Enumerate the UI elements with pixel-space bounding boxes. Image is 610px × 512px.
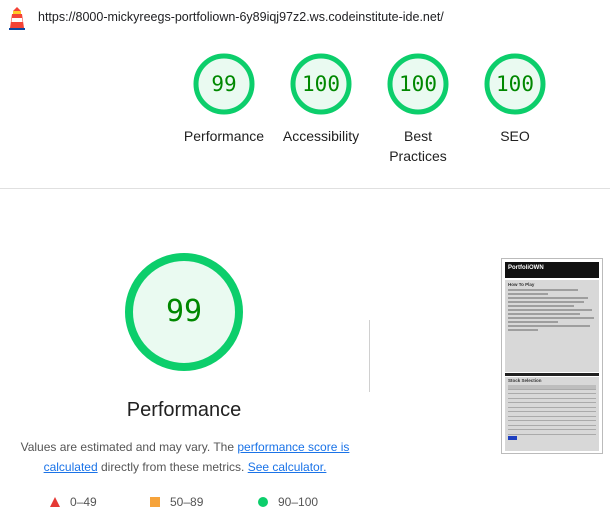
note-prefix: Values are estimated and may vary. The (20, 440, 238, 454)
performance-title: Performance (126, 399, 242, 421)
score-legend: 0–49 50–89 90–100 (0, 492, 610, 512)
gauge-score: 100 (399, 72, 437, 96)
gauge-score: 100 (496, 72, 534, 96)
thumbnail-stock-panel: Stock Selection (505, 377, 599, 451)
square-icon (150, 497, 160, 507)
thumbnail-section-title: How To Play (508, 282, 535, 287)
thumbnail-text-line (508, 329, 538, 331)
legend-fail-label: 0–49 (70, 495, 97, 509)
section-divider (0, 188, 610, 189)
legend-pass-label: 90–100 (278, 495, 319, 509)
thumbnail-button (508, 435, 518, 440)
metrics-note: Values are estimated and may vary. The p… (20, 437, 350, 477)
gauge-best-practices[interactable]: 100 Best Practices (368, 52, 468, 166)
thumbnail-text-line (508, 289, 578, 291)
gauge-score: 100 (302, 72, 340, 96)
gauge-ring: 100 (483, 52, 547, 116)
note-middle: directly from these metrics. (97, 460, 248, 474)
thumbnail-instructions-panel: How To Play (505, 280, 599, 372)
thumbnail-logo: PortfoliOWN (508, 265, 544, 271)
url-text[interactable]: https://8000-mickyreegs-portfoliown-6y89… (38, 10, 444, 24)
gauge-performance[interactable]: 99 Performance (174, 52, 274, 146)
thumbnail-text-line (508, 293, 548, 295)
performance-score: 99 (165, 294, 203, 329)
see-calculator-link[interactable]: See calculator. (248, 460, 327, 474)
thumbnail-text-line (508, 317, 594, 319)
category-gauges: 99 Performance 100 Accessibility 100 Bes… (0, 34, 610, 184)
thumbnail-text-line (508, 301, 584, 303)
gauge-label: Best Practices (389, 128, 447, 164)
thumbnail-gap (505, 373, 599, 376)
gauge-ring: 100 (289, 52, 353, 116)
gauge-label: Accessibility (282, 128, 360, 144)
circle-icon (258, 497, 268, 507)
gauge-label: SEO (500, 128, 530, 144)
gauge-accessibility[interactable]: 100 Accessibility (271, 52, 371, 146)
address-bar[interactable]: https://8000-mickyreegs-portfoliown-6y89… (0, 0, 610, 34)
gauge-seo[interactable]: 100 SEO (465, 52, 565, 146)
thumbnail-text-line (508, 297, 588, 299)
gauge-score: 99 (211, 72, 237, 96)
thumbnail-text-line (508, 325, 590, 327)
performance-gauge: 99 (124, 252, 244, 372)
thumbnail-text-line (508, 305, 574, 307)
thumbnail-text-line (508, 321, 558, 323)
lighthouse-logo-icon (9, 7, 25, 30)
vertical-separator (369, 320, 370, 392)
gauge-label: Performance (183, 128, 265, 144)
thumbnail-table (508, 384, 596, 435)
gauge-ring: 100 (386, 52, 450, 116)
page-screenshot-thumbnail[interactable]: PortfoliOWN How To Play Stock Selection (501, 258, 603, 454)
triangle-icon (50, 497, 60, 507)
thumbnail-table-row (508, 429, 596, 435)
legend-average-label: 50–89 (170, 495, 204, 509)
thumbnail-header: PortfoliOWN (505, 262, 599, 278)
thumbnail-text-line (508, 313, 580, 315)
thumbnail-section-title: Stock Selection (508, 378, 542, 383)
gauge-ring: 99 (192, 52, 256, 116)
thumbnail-text-line (508, 309, 592, 311)
